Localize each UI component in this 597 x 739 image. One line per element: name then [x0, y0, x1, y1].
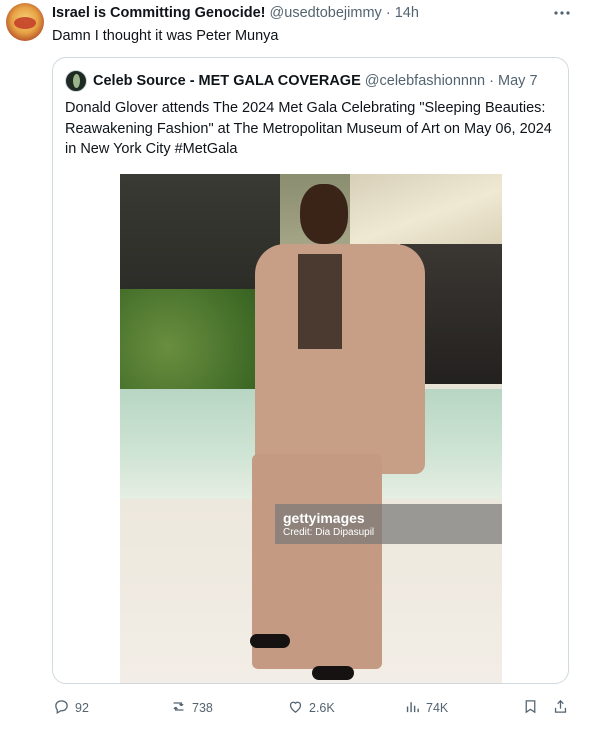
- quote-header: Celeb Source - MET GALA COVERAGE @celebf…: [93, 72, 538, 90]
- quote-author-avatar[interactable]: [65, 70, 87, 92]
- action-bar: 92 738 2.6K 74K: [0, 698, 597, 718]
- bookmark-button[interactable]: [522, 698, 539, 718]
- photo-shoe-right: [312, 666, 354, 680]
- reply-icon: [53, 698, 70, 718]
- more-icon[interactable]: [550, 4, 574, 22]
- like-button[interactable]: 2.6K: [287, 698, 335, 718]
- quoted-tweet[interactable]: Celeb Source - MET GALA COVERAGE @celebf…: [52, 57, 569, 684]
- retweet-button[interactable]: 738: [170, 698, 213, 718]
- reply-count: 92: [75, 701, 89, 715]
- views-count: 74K: [426, 701, 449, 715]
- quote-author-handle[interactable]: @celebfashionnnn: [365, 73, 485, 89]
- quote-time[interactable]: May 7: [498, 73, 538, 89]
- tweet-header: Israel is Committing Genocide! @usedtobe…: [52, 4, 419, 22]
- like-icon: [287, 698, 304, 718]
- watermark-credit: Credit: Dia Dipasupil: [283, 527, 375, 538]
- photo-head: [300, 184, 348, 244]
- views-icon: [404, 698, 421, 718]
- watermark-brand: gettyimages: [283, 510, 365, 526]
- quote-text: Donald Glover attends The 2024 Met Gala …: [65, 100, 552, 157]
- share-icon: [552, 698, 569, 718]
- tweet-text: Damn I thought it was Peter Munya: [52, 28, 279, 44]
- separator-dot: ·: [385, 5, 391, 21]
- author-name[interactable]: Israel is Committing Genocide!: [52, 5, 266, 21]
- author-avatar[interactable]: [6, 3, 44, 41]
- share-button[interactable]: [552, 698, 569, 718]
- retweet-icon: [170, 698, 187, 718]
- photo-shirt: [298, 254, 342, 349]
- quote-author-name[interactable]: Celeb Source - MET GALA COVERAGE: [93, 73, 361, 89]
- retweet-count: 738: [192, 701, 213, 715]
- quote-separator-dot: ·: [489, 73, 494, 89]
- getty-watermark: gettyimages Credit: Dia Dipasupil: [275, 504, 502, 544]
- quote-photo[interactable]: gettyimages Credit: Dia Dipasupil: [120, 174, 502, 683]
- author-handle[interactable]: @usedtobejimmy: [270, 5, 382, 21]
- reply-button[interactable]: 92: [53, 698, 89, 718]
- tweet-time[interactable]: 14h: [395, 5, 419, 21]
- views-button[interactable]: 74K: [404, 698, 448, 718]
- bookmark-icon: [522, 698, 539, 718]
- photo-shoe-left: [250, 634, 290, 648]
- like-count: 2.6K: [309, 701, 335, 715]
